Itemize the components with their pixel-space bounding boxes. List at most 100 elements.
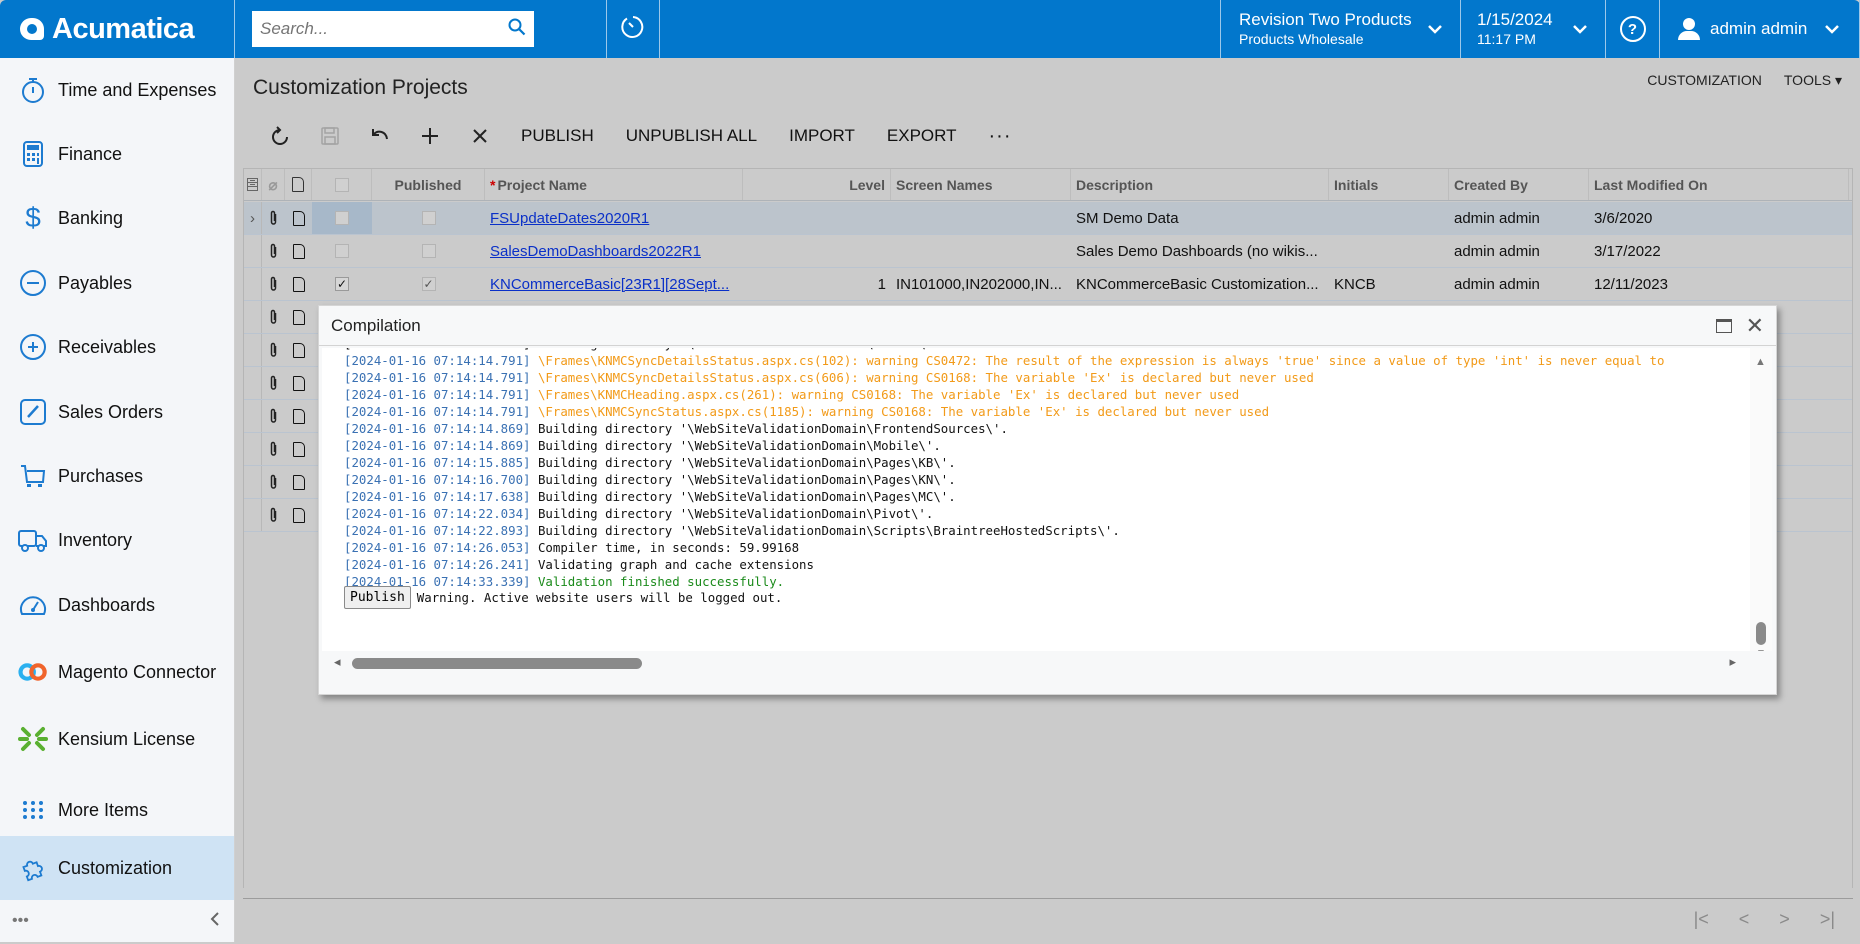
project-name-link[interactable]: FSUpdateDates2020R1	[485, 202, 743, 234]
recent-history-button[interactable]	[607, 0, 660, 58]
scroll-down-icon[interactable]: ▼	[1756, 648, 1766, 651]
attachment-icon[interactable]	[262, 268, 285, 300]
scroll-up-icon[interactable]: ▲	[1755, 356, 1766, 368]
search-input[interactable]	[260, 19, 508, 39]
sidebar-item-finance[interactable]: Finance	[0, 122, 234, 186]
attachment-icon[interactable]	[262, 466, 285, 498]
branch-selector[interactable]: Revision Two Products Products Wholesale	[1221, 0, 1461, 58]
sidebar-item-purchases[interactable]: Purchases	[0, 444, 234, 508]
column-published[interactable]: Published	[372, 169, 485, 200]
published-checkbox[interactable]: ✓	[372, 268, 485, 300]
scroll-left-icon[interactable]: ◂	[334, 654, 341, 670]
close-icon[interactable]: ✕	[1746, 314, 1764, 337]
more-actions-button[interactable]: ···	[973, 120, 1028, 152]
note-icon[interactable]	[285, 301, 312, 333]
table-row[interactable]: ✓ ✓ KNCommerceBasic[23R1][28Sept... 1 IN…	[244, 268, 1852, 301]
collapse-sidebar-icon[interactable]	[210, 911, 220, 932]
note-icon[interactable]	[285, 433, 312, 465]
brand-logo[interactable]: Acumatica	[0, 0, 235, 58]
maximize-icon[interactable]	[1715, 318, 1732, 333]
column-screen-names[interactable]: Screen Names	[891, 169, 1071, 200]
vertical-scrollbar[interactable]: ▲ ▼	[1750, 348, 1772, 651]
undo-button[interactable]	[355, 120, 405, 152]
table-row[interactable]: › FSUpdateDates2020R1 SM Demo Data admin…	[244, 202, 1852, 235]
attachment-icon[interactable]	[262, 367, 285, 399]
refresh-button[interactable]	[255, 120, 305, 152]
sidebar-item-time-and-expenses[interactable]: Time and Expenses	[0, 58, 234, 122]
note-icon[interactable]	[285, 268, 312, 300]
last-page-button[interactable]: >|	[1820, 909, 1835, 930]
publish-toolbar-button[interactable]: PUBLISH	[505, 120, 610, 152]
note-icon[interactable]	[285, 499, 312, 531]
published-checkbox[interactable]	[372, 202, 485, 234]
business-date-selector[interactable]: 1/15/2024 11:17 PM	[1461, 0, 1606, 58]
sidebar-item-payables[interactable]: Payables	[0, 251, 234, 315]
sidebar-item-more-items[interactable]: More Items	[0, 778, 234, 842]
user-menu[interactable]: admin admin	[1660, 0, 1860, 58]
search-icon[interactable]	[508, 18, 526, 41]
attachment-icon[interactable]	[262, 235, 285, 267]
row-expand-icon[interactable]: ›	[244, 202, 262, 234]
import-button[interactable]: IMPORT	[773, 120, 871, 152]
undo-icon	[372, 129, 388, 140]
attachment-icon[interactable]	[262, 202, 285, 234]
prev-page-button[interactable]: <	[1739, 909, 1750, 930]
sidebar-item-customization[interactable]: Customization	[0, 836, 234, 900]
project-name-link[interactable]: KNCommerceBasic[23R1][28Sept...	[485, 268, 743, 300]
screen-names-cell	[891, 235, 1071, 267]
more-options-icon[interactable]: •••	[12, 912, 29, 930]
save-button[interactable]	[305, 120, 355, 152]
publish-button[interactable]: Publish	[344, 586, 411, 609]
add-button[interactable]	[405, 120, 455, 152]
sidebar-item-inventory[interactable]: Inventory	[0, 508, 234, 572]
sidebar-item-magento-connector[interactable]: Magento Connector	[0, 640, 234, 704]
horizontal-scrollbar[interactable]: ◂ ▸	[322, 652, 1772, 674]
project-name-link[interactable]: SalesDemoDashboards2022R1	[485, 235, 743, 267]
column-created-by[interactable]: Created By	[1449, 169, 1589, 200]
attachment-icon[interactable]	[262, 301, 285, 333]
column-project-name[interactable]: * Project Name	[485, 169, 743, 200]
row-select-checkbox[interactable]: ✓	[312, 268, 372, 300]
note-icon[interactable]	[285, 235, 312, 267]
save-icon	[321, 127, 339, 145]
sidebar-item-banking[interactable]: $ Banking	[0, 186, 234, 250]
note-icon[interactable]	[285, 202, 312, 234]
unpublish-all-button[interactable]: UNPUBLISH ALL	[610, 120, 773, 152]
log-line: [2024-01-16 07:14:15.885] Building direc…	[344, 454, 1664, 471]
table-row[interactable]: SalesDemoDashboards2022R1 Sales Demo Das…	[244, 235, 1852, 268]
tools-menu-link[interactable]: TOOLS ▾	[1784, 72, 1842, 89]
note-icon[interactable]	[285, 367, 312, 399]
sidebar-item-dashboards[interactable]: Dashboards	[0, 573, 234, 637]
published-checkbox[interactable]	[372, 235, 485, 267]
log-timestamp: [2024-01-16 07:14:14.791]	[344, 353, 538, 368]
note-icon[interactable]	[285, 334, 312, 366]
help-button[interactable]: ?	[1606, 0, 1660, 58]
column-settings-icon[interactable]	[244, 169, 262, 200]
magento-connector-icon	[18, 657, 48, 687]
row-select-checkbox[interactable]	[312, 235, 372, 267]
next-page-button[interactable]: >	[1779, 909, 1790, 930]
sidebar-item-kensium-license[interactable]: Kensium License	[0, 707, 234, 771]
note-icon[interactable]	[285, 400, 312, 432]
column-initials[interactable]: Initials	[1329, 169, 1449, 200]
delete-button[interactable]	[455, 120, 505, 152]
sidebar-item-receivables[interactable]: Receivables	[0, 315, 234, 379]
attachment-icon[interactable]	[262, 433, 285, 465]
select-all-checkbox[interactable]	[312, 169, 372, 200]
cart-icon	[18, 461, 48, 491]
note-icon[interactable]	[285, 466, 312, 498]
scroll-thumb[interactable]	[1756, 622, 1766, 645]
first-page-button[interactable]: |<	[1694, 909, 1709, 930]
customization-menu-link[interactable]: CUSTOMIZATION	[1647, 72, 1762, 89]
scroll-thumb[interactable]	[352, 658, 642, 669]
sidebar-item-sales-orders[interactable]: Sales Orders	[0, 380, 234, 444]
column-last-modified[interactable]: Last Modified On	[1589, 169, 1849, 200]
row-select-checkbox[interactable]	[312, 202, 372, 234]
column-description[interactable]: Description	[1071, 169, 1329, 200]
attachment-icon[interactable]	[262, 400, 285, 432]
export-button[interactable]: EXPORT	[871, 120, 973, 152]
attachment-icon[interactable]	[262, 334, 285, 366]
attachment-icon[interactable]	[262, 499, 285, 531]
scroll-right-icon[interactable]: ▸	[1729, 654, 1736, 670]
column-level[interactable]: Level	[743, 169, 891, 200]
